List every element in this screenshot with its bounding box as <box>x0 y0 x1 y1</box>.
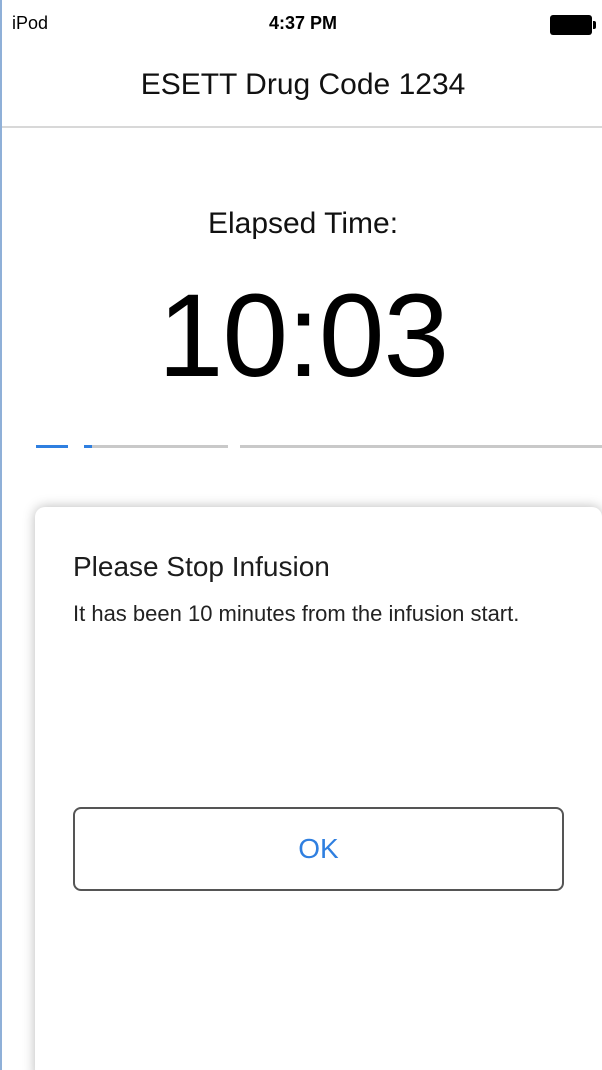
alert-dialog: Please Stop Infusion It has been 10 minu… <box>35 507 602 1070</box>
elapsed-time-value: 10:03 <box>157 270 449 402</box>
progress-track-segment <box>240 445 602 448</box>
app-screen: iPod 4:37 PM ESETT Drug Code 1234 Elapse… <box>0 0 602 1070</box>
progress-indicator <box>36 442 602 450</box>
elapsed-time-label: Elapsed Time: <box>207 207 399 240</box>
progress-segment-active <box>36 445 68 448</box>
progress-track-segment <box>92 445 228 448</box>
battery-icon <box>550 15 596 35</box>
progress-marker <box>84 445 92 448</box>
page-title: ESETT Drug Code 1234 <box>140 68 466 101</box>
navigation-bar: ESETT Drug Code 1234 <box>2 40 602 128</box>
status-bar: iPod 4:37 PM <box>2 0 602 40</box>
ok-button[interactable]: OK <box>73 807 564 891</box>
dialog-message: It has been 10 minutes from the infusion… <box>73 601 520 626</box>
dialog-title: Please Stop Infusion <box>73 551 330 582</box>
status-time: 4:37 PM <box>268 13 338 33</box>
